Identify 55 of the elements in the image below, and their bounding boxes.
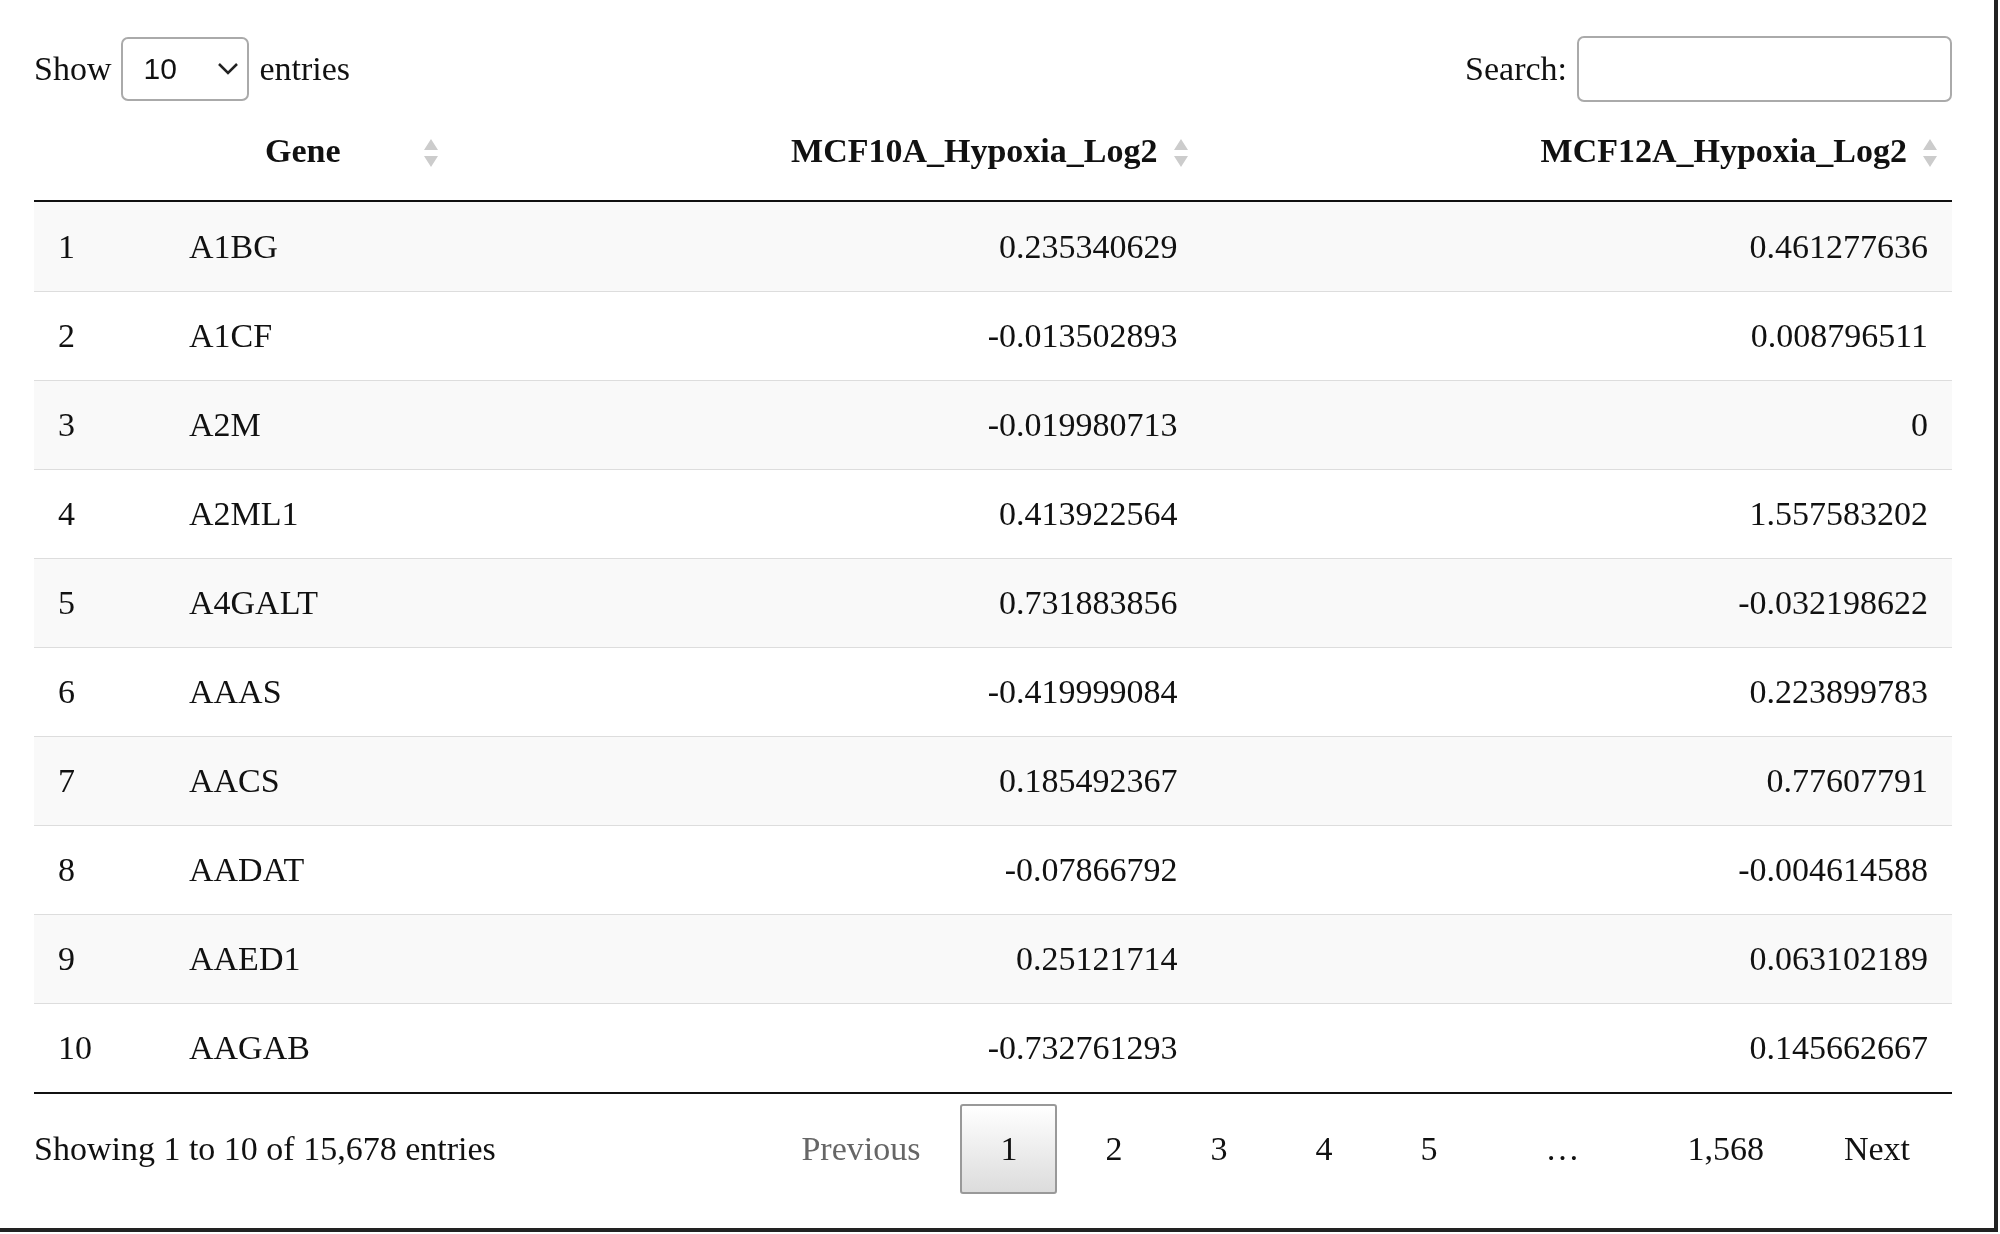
table-cell: 0.413922564	[999, 495, 1178, 532]
table-cell: AAED1	[189, 940, 301, 977]
sort-icon	[423, 138, 439, 168]
row-number: 7	[58, 762, 75, 799]
table-cell: A4GALT	[189, 584, 319, 621]
table-cell: AADAT	[189, 851, 305, 888]
table-cell: 0.77607791	[1766, 762, 1928, 799]
column-header[interactable]: MCF10A_Hypoxia_Log2	[791, 132, 1158, 170]
entries-select[interactable]: 10	[121, 37, 250, 101]
table-cell: AAGAB	[189, 1029, 310, 1066]
row-number: 9	[58, 940, 75, 977]
table-cell: A1CF	[189, 317, 273, 354]
table-cell: 0.223899783	[1749, 673, 1928, 710]
show-label: Show	[34, 50, 112, 88]
table-cell: 0.008796511	[1750, 317, 1928, 354]
row-number: 8	[58, 851, 75, 888]
table-cell: -0.013502893	[987, 317, 1178, 354]
row-number: 6	[58, 673, 75, 710]
chevron-down-icon	[217, 62, 240, 76]
table-cell: 0.235340629	[999, 227, 1178, 265]
table-cell: -0.019980713	[987, 406, 1178, 443]
table-cell: -0.004614588	[1738, 851, 1928, 888]
row-number: 2	[58, 317, 75, 354]
table-cell: 1.557583202	[1749, 495, 1928, 532]
search-field[interactable]	[1577, 36, 1952, 102]
sort-icon	[1172, 138, 1189, 168]
row-number: 1	[58, 227, 75, 265]
row-number: 3	[58, 406, 75, 443]
sort-icon	[1922, 138, 1938, 168]
search-label: Search:	[1465, 50, 1567, 88]
entries-label: entries	[259, 50, 351, 88]
table-cell: AACS	[189, 762, 280, 799]
column-header[interactable]: MCF12A_Hypoxia_Log2	[1540, 132, 1907, 170]
table-cell: 0.185492367	[999, 762, 1178, 799]
table-cell: 0.731883856	[999, 584, 1178, 621]
pagination-ellipsis: …	[1544, 1130, 1581, 1168]
column-header[interactable]: Gene	[265, 132, 341, 170]
table-cell: A1BG	[189, 227, 278, 265]
row-number: 10	[58, 1029, 92, 1066]
page-button[interactable]: 1	[960, 1104, 1058, 1194]
table-cell: -0.419999084	[987, 673, 1178, 710]
table-cell: A2M	[189, 406, 261, 443]
table-cell: -0.07866792	[1004, 851, 1178, 888]
entries-info: Showing 1 to 10 of 15,678 entries	[34, 1130, 496, 1168]
table-cell: A2ML1	[189, 495, 299, 532]
table-cell: -0.032198622	[1738, 584, 1928, 621]
table-cell: 0	[1911, 406, 1928, 443]
row-number: 4	[58, 495, 75, 532]
row-number: 5	[58, 584, 75, 621]
table-cell: 0.063102189	[1749, 940, 1928, 977]
table-cell: 0.461277636	[1749, 227, 1928, 265]
table-cell: AAAS	[189, 673, 282, 710]
table-cell: -0.732761293	[987, 1029, 1178, 1066]
table-cell: 0.145662667	[1749, 1029, 1928, 1066]
table-cell: 0.25121714	[1016, 940, 1178, 977]
